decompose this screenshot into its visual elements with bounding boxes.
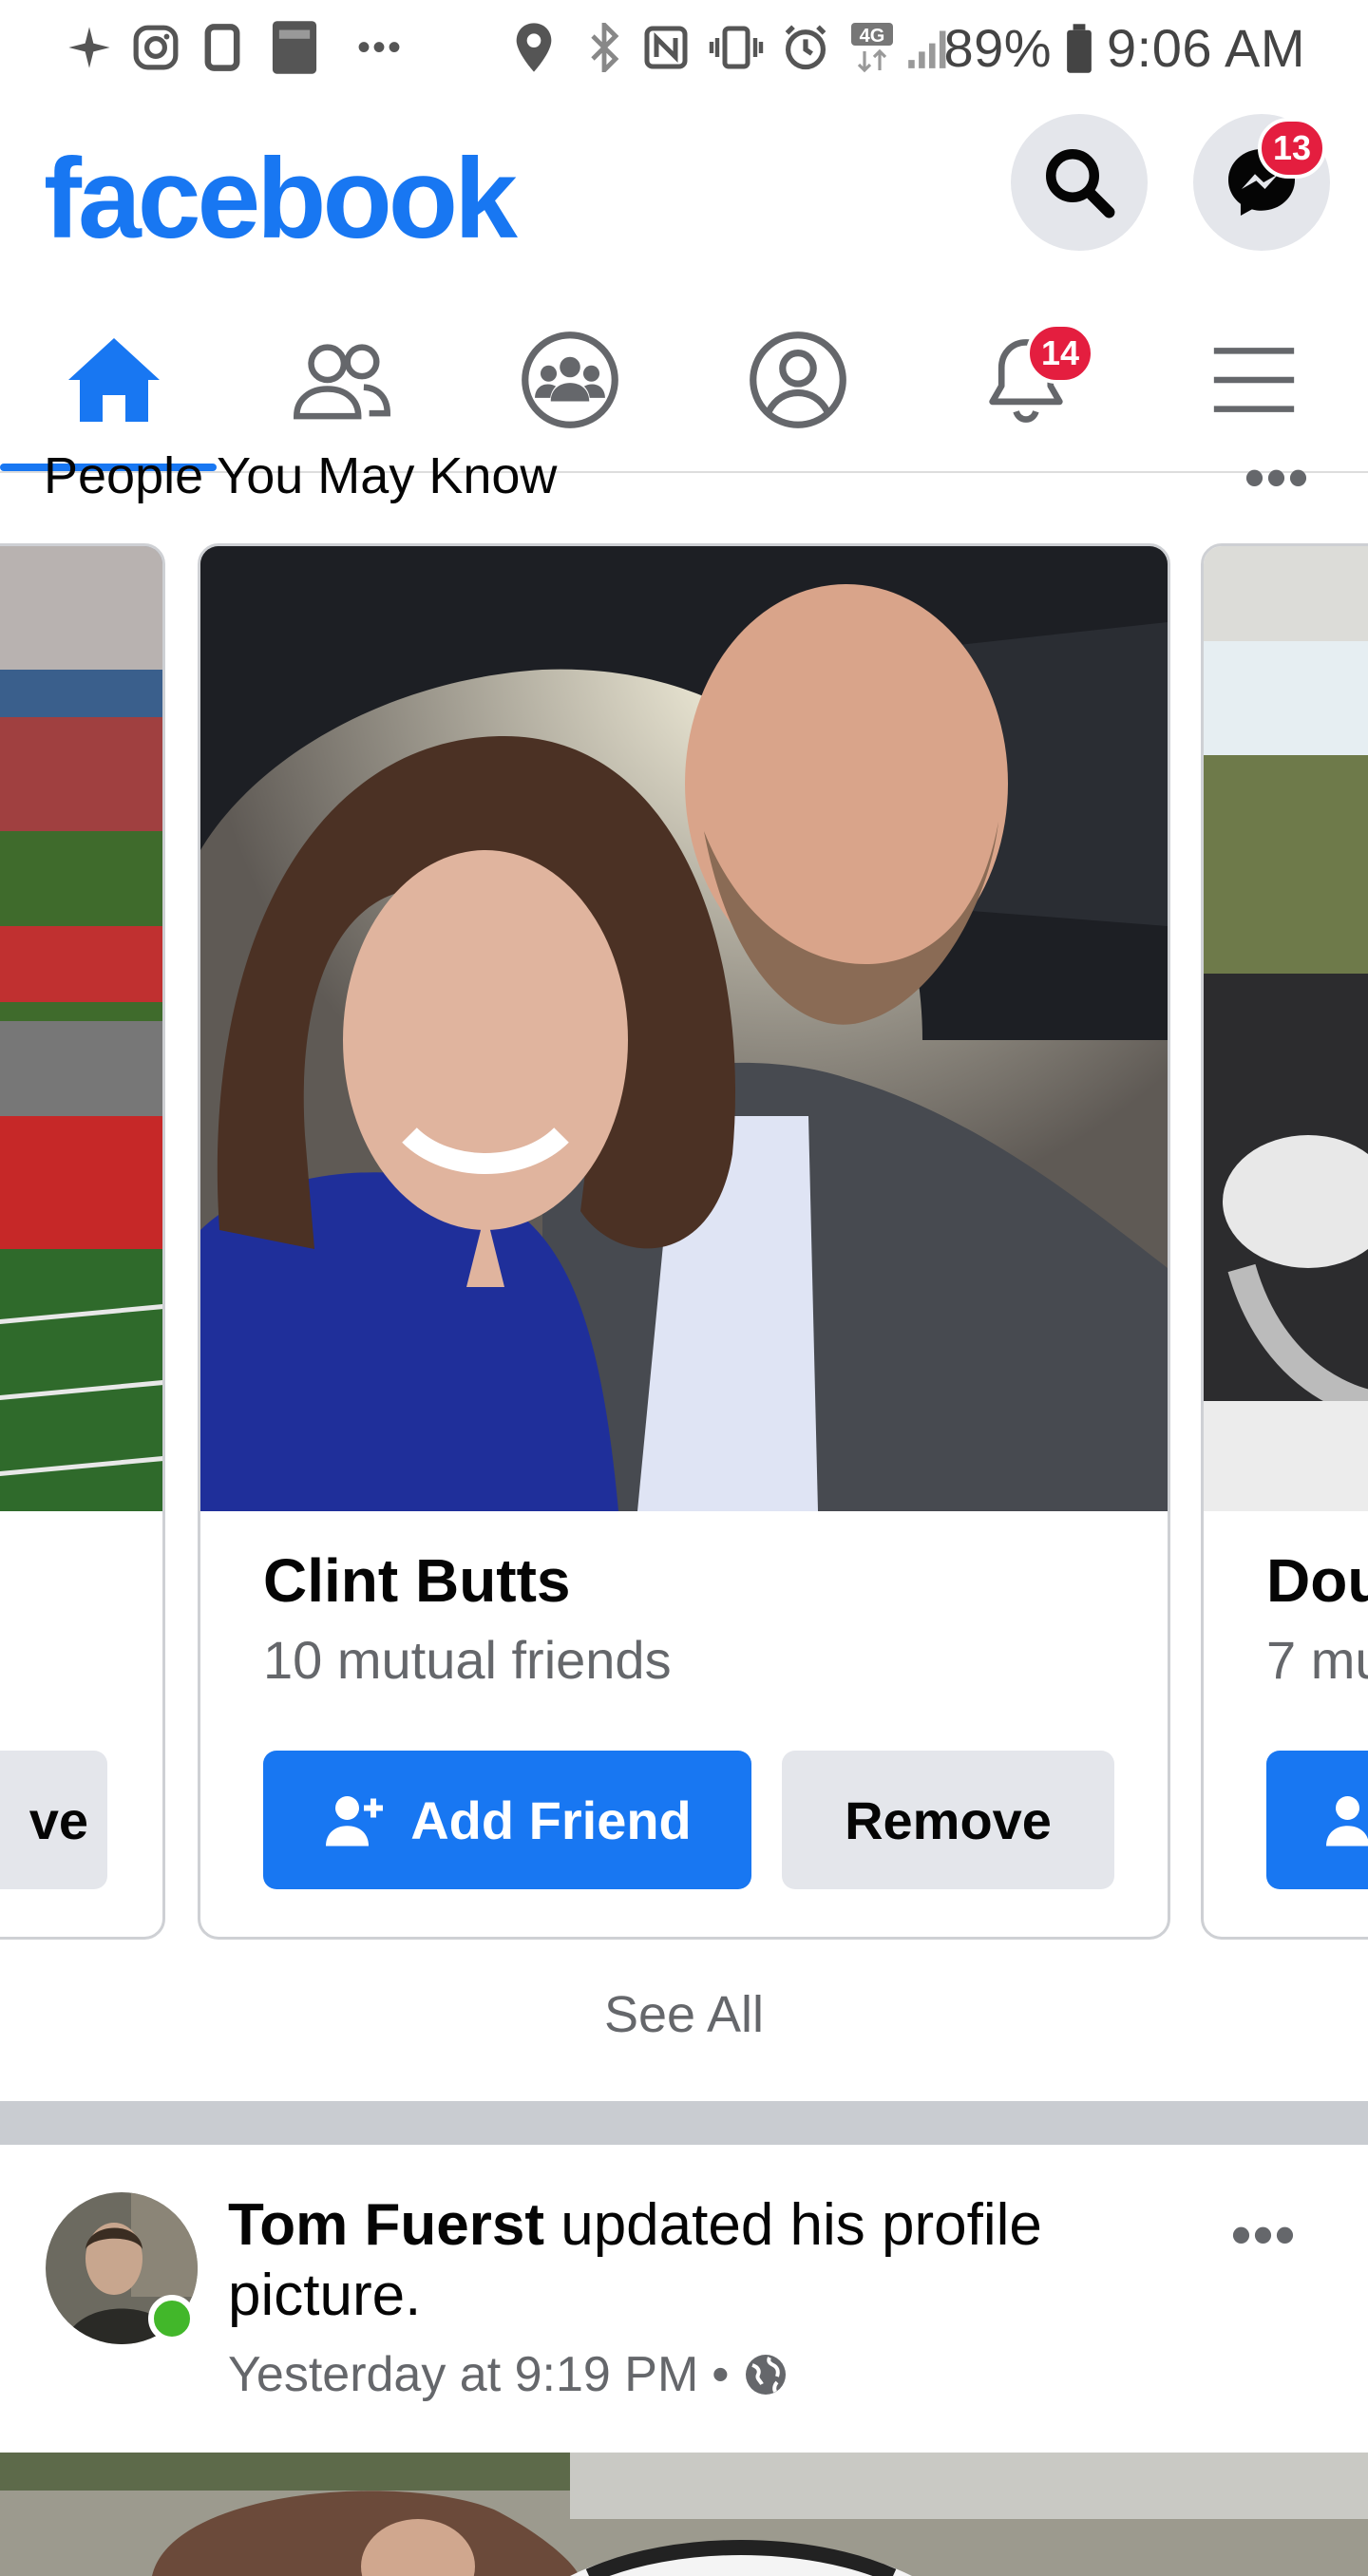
search-button[interactable] — [1011, 114, 1148, 251]
add-friend-label: Add Friend — [410, 1790, 692, 1850]
post-timestamp[interactable]: Yesterday at 9:19 PM — [228, 2346, 698, 2403]
pymk-right-name[interactable]: Dou — [1266, 1545, 1368, 1616]
hamburger-icon — [1213, 348, 1295, 412]
status-right: 89% 9:06 AM — [943, 17, 1305, 79]
meta-separator: • — [712, 2347, 730, 2402]
search-icon — [1046, 149, 1115, 218]
pymk-card-left-photo — [0, 546, 162, 1511]
more-notifications-icon: ••• — [356, 26, 403, 68]
profile-icon — [750, 331, 846, 428]
pymk-right-add-button[interactable] — [1266, 1751, 1368, 1889]
add-friend-button[interactable]: Add Friend — [263, 1751, 751, 1889]
messenger-badge: 13 — [1258, 118, 1327, 179]
friends-icon — [294, 344, 390, 420]
post-author[interactable]: Tom Fuerst — [228, 2192, 544, 2258]
pymk-more-button[interactable]: ••• — [1244, 445, 1310, 510]
home-icon — [68, 338, 160, 422]
profile-photo[interactable] — [200, 546, 1168, 1511]
online-status-dot — [148, 2295, 196, 2342]
clock: 9:06 AM — [1107, 18, 1305, 78]
add-friend-icon — [326, 1796, 384, 1847]
tab-groups[interactable] — [494, 323, 646, 437]
post-more-button[interactable]: ••• — [1231, 2202, 1297, 2267]
svg-text:4G: 4G — [860, 26, 885, 47]
pymk-left-remove-button[interactable]: ve — [0, 1751, 107, 1889]
4g-icon: 4G — [847, 21, 897, 74]
tab-profile[interactable] — [722, 323, 874, 437]
remove-label: Remove — [845, 1790, 1052, 1850]
bluetooth-icon — [585, 21, 623, 74]
pymk-name[interactable]: Clint Butts — [263, 1545, 571, 1616]
pinwheel-icon — [63, 21, 116, 74]
section-divider — [0, 2101, 1368, 2145]
nfc-icon — [642, 21, 690, 74]
pymk-right-mutual: 7 mu — [1266, 1630, 1368, 1690]
see-all-link[interactable]: See All — [0, 1985, 1368, 2044]
instagram-icon — [129, 21, 182, 74]
pymk-card[interactable]: Clint Butts 10 mutual friends Add Friend… — [198, 543, 1170, 1940]
globe-icon — [745, 2355, 786, 2395]
notifications-badge: 14 — [1026, 323, 1095, 384]
app-icon — [201, 21, 243, 74]
groups-icon — [522, 331, 618, 428]
tab-menu[interactable] — [1178, 323, 1330, 437]
pymk-left-remove-label: ve — [28, 1790, 88, 1850]
pymk-card-left[interactable]: ve — [0, 543, 165, 1940]
battery-percent: 89% — [943, 18, 1053, 78]
status-bar: ••• 4G 89% 9:06 AM — [0, 0, 1368, 95]
tab-home[interactable] — [38, 323, 190, 437]
nav-bar: 14 — [0, 285, 1368, 473]
post-photo[interactable] — [0, 2453, 1368, 2576]
remove-button[interactable]: Remove — [782, 1751, 1114, 1889]
alarm-icon — [779, 21, 832, 74]
bible-icon — [266, 21, 323, 74]
pymk-mutual-friends: 10 mutual friends — [263, 1630, 672, 1690]
vibrate-icon — [707, 21, 766, 74]
post-meta: Yesterday at 9:19 PM • — [228, 2346, 788, 2403]
location-icon — [513, 21, 555, 74]
pymk-title: People You May Know — [44, 447, 558, 504]
facebook-logo[interactable]: facebook — [44, 133, 518, 264]
tab-friends[interactable] — [266, 323, 418, 437]
add-friend-icon — [1326, 1796, 1368, 1847]
pymk-card-right-photo — [1204, 546, 1368, 1511]
pymk-card-right[interactable]: Dou 7 mu — [1201, 543, 1368, 1940]
battery-icon — [1065, 23, 1093, 73]
post-header-text: Tom Fuerst updated his profile picture. — [228, 2190, 1178, 2331]
